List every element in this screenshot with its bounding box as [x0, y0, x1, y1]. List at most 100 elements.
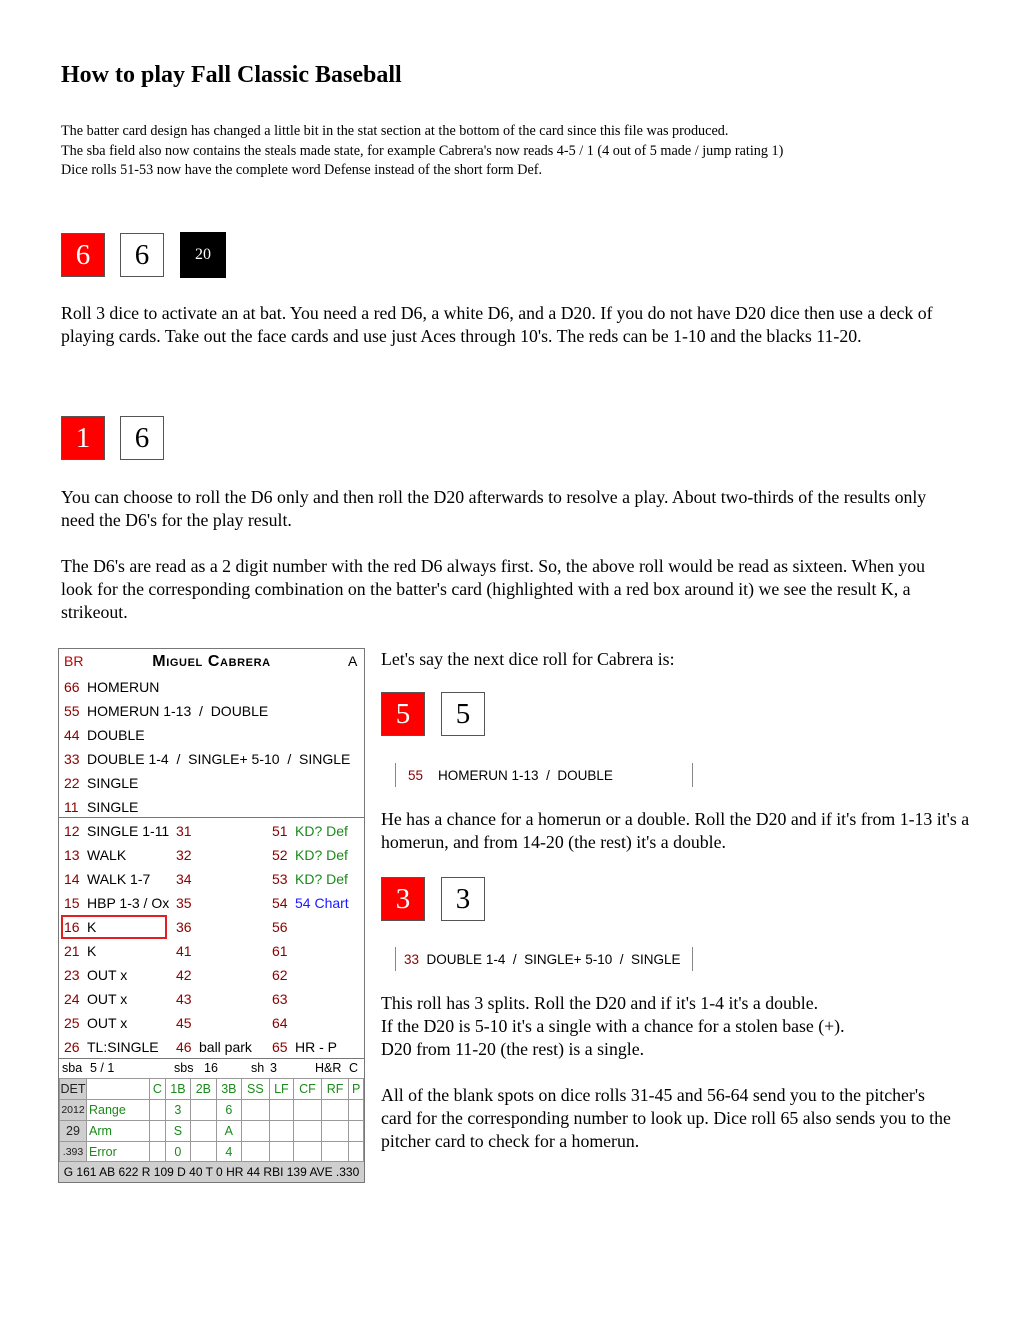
card-grid-row: 23 OUT x 42 62 [59, 963, 364, 987]
roll-number: 53 [272, 871, 288, 887]
roll-result: DOUBLE [87, 727, 145, 743]
card-grid-row: 13 WALK 32 52 KD? Def [59, 843, 364, 867]
roll-number: 23 [64, 967, 80, 983]
roll-number: 46 [176, 1039, 192, 1055]
defense-rating-value [348, 1099, 364, 1121]
defense-rating-value [348, 1120, 364, 1142]
roll-number: 33 [64, 751, 80, 767]
defense-rating-value [149, 1120, 166, 1142]
defense-rating-value [241, 1099, 270, 1121]
defense-rating-value [190, 1120, 217, 1142]
intro-text: Let's say the next dice roll for Cabrera… [381, 649, 675, 669]
defense-rating-value [241, 1120, 270, 1142]
defense-rating-value [293, 1141, 322, 1163]
divider [59, 817, 364, 818]
defense-rating-value: 0 [164, 1141, 192, 1163]
defense-rating-value: 6 [215, 1099, 243, 1121]
defense-rating-value [268, 1099, 295, 1121]
highlight-box [61, 915, 167, 939]
defense-rating-value [190, 1141, 217, 1163]
roll-number: 34 [176, 871, 192, 887]
defense-rating-value [241, 1141, 270, 1163]
position-header: CF [293, 1078, 322, 1100]
excerpt-border [692, 947, 693, 971]
card-grid-row: 14 WALK 1-7 34 53 KD? Def [59, 867, 364, 891]
roll-number: 32 [176, 847, 192, 863]
defense-rating-value [190, 1099, 217, 1121]
roll-result: KD? Def [295, 847, 348, 863]
roll-number: 42 [176, 967, 192, 983]
text-line: If the D20 is 5-10 it's a single with a … [381, 1016, 845, 1036]
roll-number: 13 [64, 847, 80, 863]
roll-number: 66 [64, 679, 80, 695]
position-header: P [348, 1078, 364, 1100]
roll-number: 62 [272, 967, 288, 983]
roll-result: KD? Def [295, 823, 348, 839]
roll-number: 65 [272, 1039, 288, 1055]
white-d6-die: 6 [120, 233, 164, 277]
roll-number: 14 [64, 871, 80, 887]
roll-result: OUT x [87, 991, 128, 1007]
excerpt-border [395, 763, 396, 787]
sba-value: 5 / 1 [90, 1061, 115, 1075]
roll-result: DOUBLE 1-4 / SINGLE+ 5-10 / SINGLE [87, 751, 351, 767]
side-label: .393 [59, 1141, 87, 1163]
sbs-label: sbs [174, 1061, 194, 1075]
roll-result: SINGLE [87, 799, 139, 815]
roll-number: 43 [176, 991, 192, 1007]
position-header: RF [320, 1078, 350, 1100]
roll-result: OUT x [87, 967, 128, 983]
position-header: 3B [215, 1078, 243, 1100]
paragraph-blank-spots: All of the blank spots on dice rolls 31-… [381, 1085, 951, 1151]
note-line: Dice rolls 51-53 now have the complete w… [61, 162, 543, 178]
paragraph-reading-dice: The D6's are read as a 2 digit number wi… [61, 556, 926, 622]
card-excerpt-33: 33 DOUBLE 1-4 / SINGLE+ 5-10 / SINGLE [404, 948, 681, 972]
roll-result: K [87, 943, 97, 959]
roll-result: WALK 1-7 [87, 871, 151, 887]
defense-rating-value [293, 1099, 322, 1121]
paragraph-roll-3-dice: Roll 3 dice to activate an at bat. You n… [61, 303, 933, 346]
card-result-row: 66 HOMERUN [59, 675, 364, 699]
card-grid-row: 26 TL:SINGLE 46 ball park 65 HR - P [59, 1035, 364, 1059]
defense-rating-value: S [164, 1120, 192, 1142]
team-label: DET [59, 1078, 87, 1100]
roll-result: HR - P [295, 1039, 337, 1055]
roll-result: HOMERUN [87, 679, 160, 695]
roll-result: 54 Chart [295, 895, 349, 911]
card-grid-row: 21 K 41 61 [59, 939, 364, 963]
roll-number: 12 [64, 823, 80, 839]
position-header: 2B [190, 1078, 217, 1100]
card-result-row: 44 DOUBLE [59, 723, 364, 747]
defense-header-row: DET C 1B 2B 3B SS LF CF RF P [59, 1078, 364, 1100]
season-stats: G 161 AB 622 R 109 D 40 T 0 HR 44 RBI 13… [59, 1161, 364, 1182]
roll-result: ball park [199, 1039, 252, 1055]
card-result-row: 33 DOUBLE 1-4 / SINGLE+ 5-10 / SINGLE [59, 747, 364, 771]
excerpt-roll-number: 55 [408, 768, 424, 783]
sh-value: 3 [270, 1061, 277, 1075]
defense-rating-label: Error [86, 1141, 150, 1163]
paragraph-55-explanation: He has a chance for a homerun or a doubl… [381, 809, 970, 852]
defense-row: 2012 Range 3 6 [59, 1099, 364, 1121]
roll-number: 22 [64, 775, 80, 791]
roll-result: HBP 1-3 / Ox [87, 895, 170, 911]
roll-number: 35 [176, 895, 192, 911]
roll-result: HOMERUN 1-13 / DOUBLE [87, 703, 269, 719]
roll-number: 31 [176, 823, 192, 839]
roll-number: 44 [64, 727, 80, 743]
defense-rating-value [320, 1141, 350, 1163]
roll-result: SINGLE [87, 775, 139, 791]
card-grid-row: 24 OUT x 43 63 [59, 987, 364, 1011]
page-title: How to play Fall Classic Baseball [61, 62, 402, 88]
defense-rating-value: 4 [215, 1141, 243, 1163]
side-label: 29 [59, 1120, 87, 1142]
player-grade: A [348, 653, 358, 669]
roll-number: 24 [64, 991, 80, 1007]
position-header: 1B [164, 1078, 192, 1100]
roll-number: 64 [272, 1015, 288, 1031]
roll-number: 41 [176, 943, 192, 959]
roll-number: 63 [272, 991, 288, 1007]
excerpt-result: DOUBLE 1-4 / SINGLE+ 5-10 / SINGLE [426, 952, 681, 967]
roll-result: WALK [87, 847, 127, 863]
defense-rating-value [268, 1141, 295, 1163]
card-grid-row: 15 HBP 1-3 / Ox 35 54 54 Chart [59, 891, 364, 915]
